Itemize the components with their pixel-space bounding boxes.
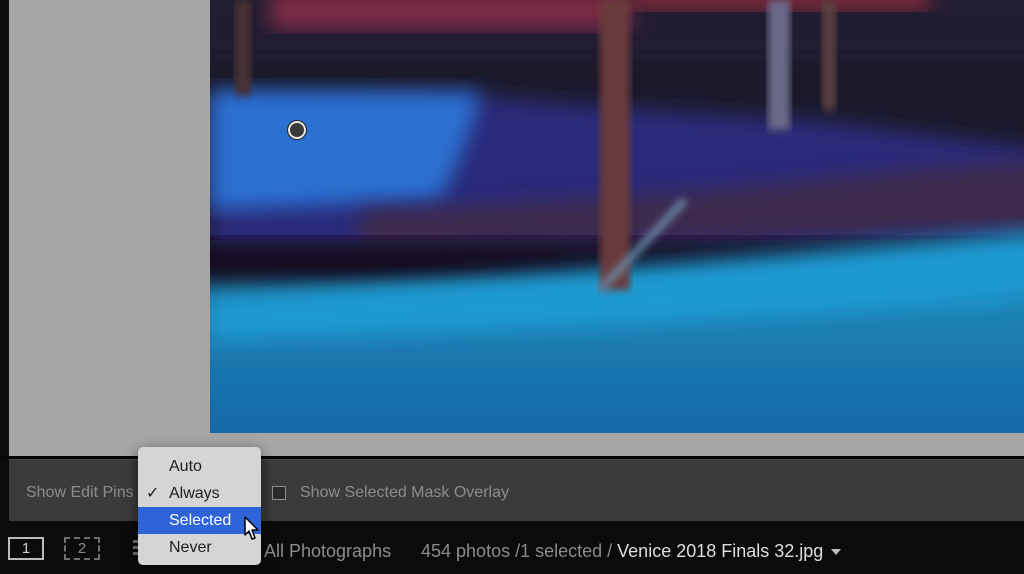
source-label[interactable]: All Photographs [264, 541, 391, 562]
photo-count-text: 454 photos /1 selected / [421, 541, 613, 561]
menu-item-label: Never [169, 539, 212, 556]
filmstrip-status[interactable]: 454 photos /1 selected / Venice 2018 Fin… [421, 541, 842, 562]
current-filename: Venice 2018 Finals 32.jpg [617, 541, 824, 561]
primary-display-label: 1 [21, 540, 31, 557]
left-panel-edge [0, 0, 9, 458]
menu-item-label: Selected [169, 512, 232, 529]
secondary-display-button[interactable]: 2 [64, 537, 100, 560]
edit-pin-icon[interactable] [288, 121, 306, 139]
menu-item-label: Auto [169, 458, 202, 475]
edit-pins-dropdown-menu: Auto ✓ Always Selected Never [138, 447, 261, 565]
menu-item-label: Always [169, 485, 220, 502]
checkmark-icon: ✓ [146, 485, 160, 502]
primary-display-button[interactable]: 1 [8, 537, 44, 560]
photo-preview[interactable] [210, 0, 1024, 433]
secondary-display-label: 2 [77, 540, 87, 557]
menu-item-auto[interactable]: Auto [138, 453, 261, 480]
venice-gondola-photo [210, 0, 1024, 433]
mask-overlay-label[interactable]: Show Selected Mask Overlay [300, 484, 509, 502]
mouse-pointer-icon [244, 516, 259, 540]
mask-overlay-checkbox[interactable] [272, 486, 286, 500]
menu-item-always[interactable]: ✓ Always [138, 480, 261, 507]
show-edit-pins-label: Show Edit Pins [26, 484, 134, 501]
chevron-down-icon[interactable] [831, 549, 842, 556]
